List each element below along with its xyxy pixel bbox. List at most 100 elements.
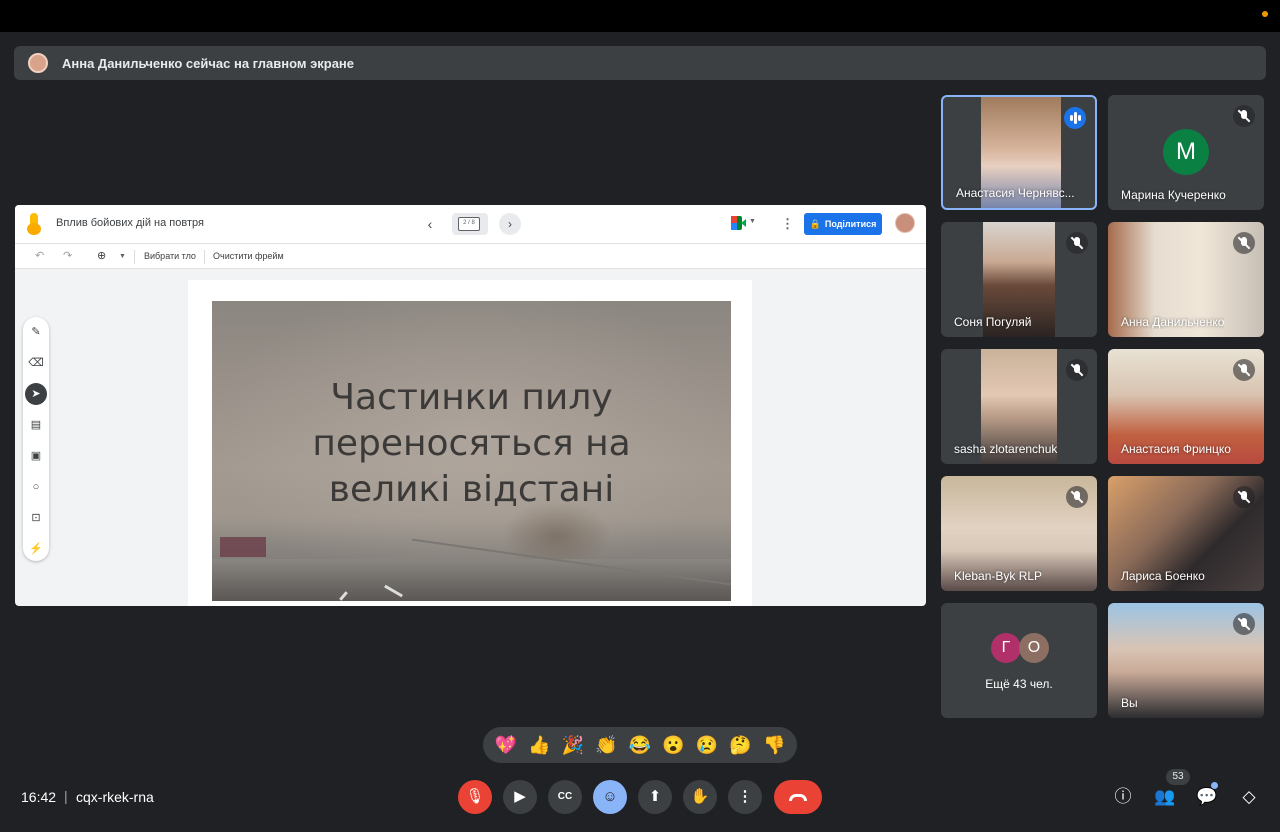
hand-icon: ✋ (690, 788, 710, 805)
activities-button[interactable]: ◇ (1235, 783, 1263, 811)
participant-name: Соня Погуляй (954, 315, 1032, 329)
participant-tile[interactable]: M Марина Кучеренко (1108, 95, 1264, 210)
avatar: M (1163, 129, 1209, 175)
reaction-surprised[interactable]: 😮 (662, 727, 684, 763)
mic-off-icon (1233, 486, 1255, 508)
undo-icon[interactable]: ↶ (35, 249, 44, 262)
participant-name: Марина Кучеренко (1121, 188, 1226, 202)
participant-tile[interactable]: Kleban-Byk RLP (941, 476, 1097, 591)
chat-icon: 💬 (1196, 787, 1218, 806)
next-frame-button[interactable]: › (499, 213, 521, 235)
participant-tile[interactable]: Соня Погуляй (941, 222, 1097, 337)
presenter-avatar (28, 53, 48, 73)
participant-tile[interactable]: Анна Данильченко (1108, 222, 1264, 337)
reaction-clapping[interactable]: 👏 (595, 727, 617, 763)
camera-toggle-button[interactable]: ▶ (503, 780, 537, 814)
participant-name: Лариса Боенко (1121, 569, 1205, 583)
meet-icon[interactable] (731, 216, 747, 232)
redo-icon[interactable]: ↷ (63, 249, 72, 262)
banner-text: Анна Данильченко сейчас на главном экран… (62, 55, 355, 71)
mic-off-icon (1066, 232, 1088, 254)
reaction-thumbs-up[interactable]: 👍 (528, 727, 550, 763)
jamboard-title: Вплив бойових дій на повтря (56, 217, 204, 229)
participant-tile[interactable]: sasha zlotarenchuk (941, 349, 1097, 464)
pen-icon[interactable]: ✎ (25, 321, 47, 343)
meeting-details-button[interactable]: ⓘ (1109, 783, 1137, 811)
info-icon: ⓘ (1114, 787, 1132, 806)
people-icon: 👥 (1154, 787, 1176, 806)
shared-screen: Вплив бойових дій на повтря ‹ 2 / 8 › ▼ … (15, 205, 926, 606)
recording-indicator-dot (1262, 11, 1268, 17)
reaction-sparkling-heart[interactable]: 💖 (495, 727, 517, 763)
reaction-thinking[interactable]: 🤔 (729, 727, 751, 763)
reaction-party-popper[interactable]: 🎉 (562, 727, 584, 763)
frame-bar-toggle[interactable]: 2 / 8 (452, 213, 488, 235)
present-button[interactable]: ⬆ (638, 780, 672, 814)
slide-image: Частинки пилу переносяться на великі від… (212, 301, 731, 601)
jamboard-header: Вплив бойових дій на повтря ‹ 2 / 8 › ▼ … (15, 205, 926, 243)
mic-off-icon (1066, 486, 1088, 508)
sticky-note-icon[interactable]: ▤ (25, 414, 47, 436)
separator: | (64, 788, 68, 804)
divider (204, 250, 205, 264)
more-options-icon[interactable]: ⋮ (781, 216, 794, 232)
participant-tile[interactable]: Анастасия Чернявс... (941, 95, 1097, 210)
participant-tile[interactable]: Анастасия Фринцко (1108, 349, 1264, 464)
people-button[interactable]: 👥 (1151, 783, 1179, 811)
more-options-button[interactable]: ⋮ (728, 780, 762, 814)
smiley-icon: ☺ (602, 788, 618, 805)
divider (134, 250, 135, 264)
participant-tile[interactable]: Лариса Боенко (1108, 476, 1264, 591)
participant-name: Анастасия Чернявс... (956, 186, 1075, 200)
participant-name: Анна Данильченко (1121, 315, 1225, 329)
text-box-icon[interactable]: ⊡ (25, 507, 47, 529)
video-camera-icon: ▶ (514, 788, 526, 805)
system-top-bar (0, 0, 1280, 32)
present-screen-icon: ⬆ (648, 788, 662, 805)
frame-counter: 2 / 8 (458, 217, 480, 231)
mic-off-icon (1233, 613, 1255, 635)
mic-off-icon (1233, 359, 1255, 381)
reaction-tears-of-joy[interactable]: 😂 (629, 727, 651, 763)
mic-off-icon (1066, 359, 1088, 381)
participant-name: Анастасия Фринцко (1121, 442, 1231, 456)
jamboard-logo-icon (27, 213, 41, 235)
microphone-toggle-button[interactable]: 🎙 (458, 780, 492, 814)
drawing-tools: ✎ ⌫ ➤ ▤ ▣ ○ ⊡ ⚡ (23, 317, 49, 561)
clear-frame-button[interactable]: Очистити фрейм (213, 251, 284, 261)
avatar: Г (991, 633, 1021, 663)
slide-text-line: великі відстані (328, 469, 615, 510)
laser-icon[interactable]: ⚡ (25, 538, 47, 560)
speaking-indicator-icon (1064, 107, 1086, 129)
chevron-down-icon[interactable]: ▼ (749, 218, 756, 225)
reactions-button[interactable]: ☺ (593, 780, 627, 814)
mic-off-icon (1233, 232, 1255, 254)
leave-call-button[interactable] (774, 780, 822, 814)
slide-text-line: переносяться на (312, 423, 631, 464)
eraser-icon[interactable]: ⌫ (25, 352, 47, 374)
reaction-crying[interactable]: 😢 (696, 727, 718, 763)
share-button[interactable]: 🔒 Поділитися (804, 213, 882, 235)
reaction-thumbs-down[interactable]: 👎 (763, 727, 785, 763)
more-participants-label: Ещё 43 чел. (985, 677, 1053, 691)
image-icon[interactable]: ▣ (25, 445, 47, 467)
meeting-code: cqx-rkek-rna (76, 789, 154, 805)
closed-captions-icon: CC (557, 791, 573, 802)
mic-off-icon (1233, 105, 1255, 127)
participant-name: Вы (1121, 696, 1138, 710)
select-icon[interactable]: ➤ (25, 383, 47, 405)
zoom-icon[interactable]: ⊕ (97, 249, 106, 262)
self-tile[interactable]: Вы (1108, 603, 1264, 718)
captions-button[interactable]: CC (548, 780, 582, 814)
set-background-button[interactable]: Вибрати тло (144, 251, 196, 261)
account-avatar[interactable] (895, 213, 915, 233)
shape-icon[interactable]: ○ (25, 476, 47, 498)
raise-hand-button[interactable]: ✋ (683, 780, 717, 814)
zoom-chevron-icon[interactable]: ▼ (119, 253, 126, 260)
activities-icon: ◇ (1242, 787, 1256, 806)
previous-frame-button[interactable]: ‹ (423, 214, 437, 234)
more-participants-tile[interactable]: Г О Ещё 43 чел. (941, 603, 1097, 718)
mic-off-icon: 🎙 (465, 788, 485, 805)
participant-name: sasha zlotarenchuk (954, 442, 1058, 456)
lock-icon: 🔒 (809, 218, 821, 229)
